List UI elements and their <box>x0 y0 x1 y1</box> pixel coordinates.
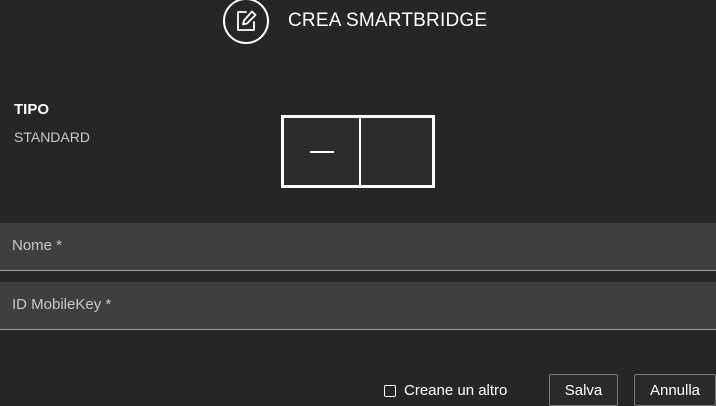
create-another-option[interactable]: Creane un altro <box>384 380 507 400</box>
mobilekey-id-field[interactable]: ID MobileKey * <box>0 282 716 330</box>
tipo-value: STANDARD <box>14 129 90 145</box>
dialog-title: CREA SMARTBRIDGE <box>288 10 488 31</box>
tipo-label: TIPO <box>14 101 50 118</box>
dialog-header: CREA SMARTBRIDGE <box>0 0 716 48</box>
smartbridge-device-icon <box>281 115 435 188</box>
nome-placeholder: Nome * <box>12 237 63 254</box>
cancel-button[interactable]: Annulla <box>634 374 716 406</box>
edit-icon <box>223 0 269 44</box>
create-another-label[interactable]: Creane un altro <box>404 382 507 399</box>
mobilekey-id-placeholder: ID MobileKey * <box>12 296 112 313</box>
device-divider <box>359 118 361 185</box>
nome-field[interactable]: Nome * <box>0 223 716 271</box>
create-another-checkbox[interactable] <box>384 384 396 397</box>
device-indicator <box>310 151 334 153</box>
save-button[interactable]: Salva <box>549 374 618 406</box>
